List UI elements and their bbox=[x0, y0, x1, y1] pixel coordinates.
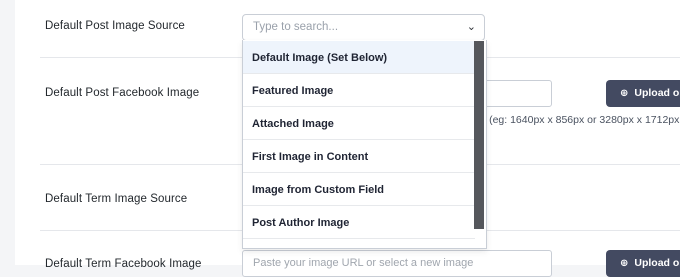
dropdown-option[interactable]: Post Author Image bbox=[243, 206, 475, 239]
dropdown-option[interactable]: Image from Custom Field bbox=[243, 173, 475, 206]
image-size-hint: x. (eg: 1640px x 856px or 3280px x 1712p… bbox=[478, 114, 680, 126]
image-source-dropdown: Default Image (Set Below) Featured Image… bbox=[242, 40, 487, 249]
upload-term-image-button[interactable]: ⊕ Upload or bbox=[606, 250, 680, 277]
select-search-placeholder: Type to search... bbox=[253, 21, 339, 33]
term-image-source-label: Default Term Image Source bbox=[45, 193, 188, 205]
dropdown-option[interactable]: Default Image (Set Below) bbox=[243, 41, 475, 74]
dropdown-option[interactable]: Attached Image bbox=[243, 107, 475, 140]
upload-image-button[interactable]: ⊕ Upload or bbox=[606, 80, 680, 107]
dropdown-option[interactable]: Featured Image bbox=[243, 74, 475, 107]
post-facebook-image-label: Default Post Facebook Image bbox=[45, 87, 200, 99]
chevron-down-icon[interactable]: ⌄ bbox=[467, 15, 476, 40]
plus-circle-icon: ⊕ bbox=[620, 88, 629, 99]
dropdown-option[interactable]: First Image in Content bbox=[243, 140, 475, 173]
term-facebook-image-label: Default Term Facebook Image bbox=[45, 258, 202, 270]
dropdown-scrollbar[interactable] bbox=[474, 41, 484, 229]
post-facebook-image-url-field[interactable] bbox=[480, 80, 552, 107]
post-image-source-select[interactable]: Type to search... ⌄ bbox=[242, 14, 485, 41]
upload-button-label: Upload or bbox=[634, 257, 680, 269]
post-image-source-label: Default Post Image Source bbox=[45, 20, 185, 32]
term-facebook-image-url-field[interactable]: Paste your image URL or select a new ima… bbox=[242, 250, 552, 277]
plus-circle-icon: ⊕ bbox=[620, 258, 629, 269]
upload-button-label: Upload or bbox=[634, 87, 680, 99]
